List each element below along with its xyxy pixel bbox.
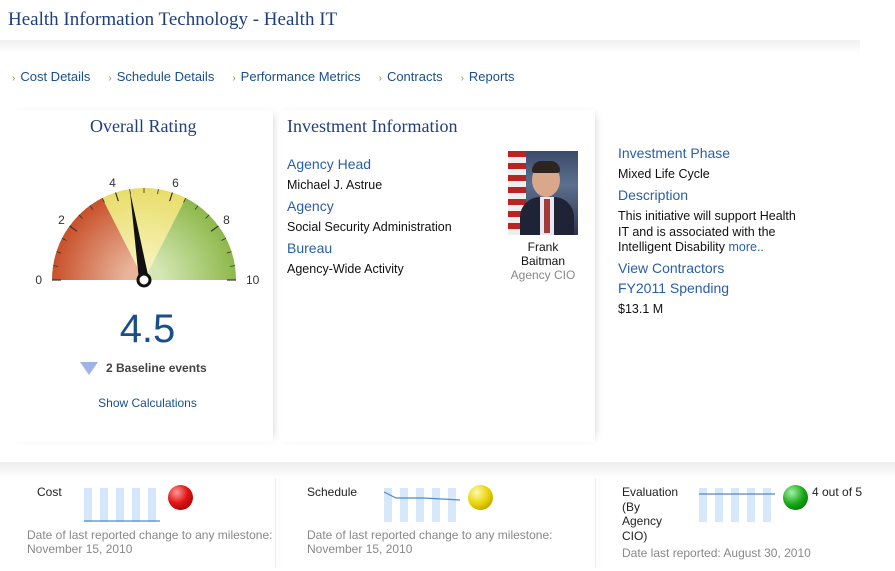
description-line-1: This initiative will support Health: [618, 209, 796, 223]
evaluation-spark-bar: [731, 488, 739, 522]
gauge-scale-label: 6: [172, 176, 179, 190]
schedule-spark-bar: [448, 488, 456, 522]
gauge-scale-label: 4: [109, 176, 116, 190]
chevron-right-icon: ›: [12, 73, 16, 84]
nav-performance-metrics[interactable]: › Performance Metrics: [232, 69, 360, 84]
schedule-status-indicator: [468, 485, 493, 510]
agency-value: Social Security Administration: [287, 220, 452, 234]
rating-gauge: 0 2 4 6 8 10: [35, 176, 260, 288]
evaluation-spark-bar: [699, 488, 707, 522]
overall-rating-heading: Overall Rating: [90, 116, 197, 136]
nav-contracts[interactable]: › Contracts: [379, 69, 443, 84]
agency-head-label: Agency Head: [287, 156, 372, 172]
nav-cost-details[interactable]: › Cost Details: [12, 69, 90, 84]
evaluation-label-line-3: Agency: [622, 514, 663, 528]
evaluation-label-line-4: CIO): [622, 528, 648, 543]
cost-note-line-2: November 15, 2010: [27, 542, 133, 556]
agency-label: Agency: [287, 198, 334, 214]
cost-status-indicator: [168, 485, 193, 510]
evaluation-sparkline: [699, 488, 775, 522]
cio-photo: [508, 151, 578, 235]
evaluation-label: Evaluation (By Agency CIO): [622, 485, 678, 543]
schedule-note-line-1: Date of last reported change to any mile…: [307, 528, 553, 542]
evaluation-spark-bar: [715, 488, 723, 522]
cost-sparkline: [84, 488, 160, 522]
evaluation-score: 4 out of 5: [812, 485, 863, 499]
evaluation-spark-bar: [747, 488, 755, 522]
nav-contracts-label: Contracts: [386, 69, 443, 84]
overall-rating-value: 4.5: [119, 307, 176, 351]
chevron-right-icon: ›: [232, 73, 236, 84]
gauge-scale-label: 8: [223, 213, 230, 227]
baseline-events-label: 2 Baseline events: [106, 361, 207, 375]
sub-navigation: › Cost Details › Schedule Details › Perform…: [12, 69, 514, 84]
metrics-separator-1: [275, 478, 276, 568]
tie-shape: [544, 199, 550, 233]
cio-first-name: Frank: [527, 240, 559, 254]
cio-role: Agency CIO: [510, 268, 576, 282]
cost-spark-bar: [148, 488, 156, 522]
gauge-scale-label: 10: [246, 273, 260, 287]
fy2011-spending-value: $13.1 M: [618, 302, 664, 316]
schedule-spark-bar: [400, 488, 408, 522]
description-line-2: IT and is associated with the: [618, 225, 776, 239]
gauge-scale-label: 0: [35, 273, 42, 287]
nav-performance-metrics-label: Performance Metrics: [240, 69, 361, 84]
cost-spark-bar: [100, 488, 108, 522]
nav-schedule-details[interactable]: › Schedule Details: [108, 69, 214, 84]
evaluation-status-indicator: [783, 485, 808, 510]
evaluation-spark-bar: [763, 488, 771, 522]
chevron-right-icon: ›: [460, 73, 464, 84]
triangle-down-icon: [80, 361, 98, 375]
description-line-3: Intelligent Disability more..: [618, 240, 764, 254]
title-divider: [0, 40, 860, 54]
nav-reports[interactable]: › Reports: [461, 69, 515, 84]
bureau-label: Bureau: [287, 240, 333, 256]
description-line-3-text: Intelligent Disability: [618, 240, 725, 254]
chevron-right-icon: ›: [378, 73, 382, 84]
investment-info-heading: Investment Information: [287, 116, 458, 136]
gauge-hub: [136, 272, 152, 288]
view-contractors-link[interactable]: View Contractors: [618, 260, 724, 276]
hair-shape: [532, 161, 560, 173]
description-label: Description: [618, 187, 689, 203]
schedule-spark-bar: [416, 488, 424, 522]
cost-note-line-1: Date of last reported change to any mile…: [27, 528, 273, 542]
chevron-right-icon: ›: [108, 73, 112, 84]
investment-phase-label: Investment Phase: [618, 145, 731, 161]
evaluation-label-line-1: Evaluation: [622, 485, 679, 499]
baseline-events: 2 Baseline events: [80, 361, 207, 375]
nav-cost-details-label: Cost Details: [20, 69, 91, 84]
evaluation-note: Date last reported: August 30, 2010: [622, 546, 811, 560]
nav-schedule-details-label: Schedule Details: [116, 69, 215, 84]
cost-spark-bar: [84, 488, 92, 522]
metrics-separator-2: [595, 478, 596, 568]
cio-last-name: Baitman: [520, 254, 566, 268]
schedule-label: Schedule: [307, 485, 358, 499]
page-title: Health Information Technology - Health I…: [8, 9, 338, 30]
bureau-value: Agency-Wide Activity: [287, 262, 404, 276]
schedule-sparkline: [384, 488, 461, 522]
cost-label: Cost: [37, 485, 62, 499]
gauge-scale-label: 2: [58, 213, 65, 227]
schedule-note-line-2: November 15, 2010: [307, 542, 413, 556]
investment-phase-value: Mixed Life Cycle: [618, 167, 710, 181]
cost-spark-bar: [116, 488, 124, 522]
nav-reports-label: Reports: [468, 69, 515, 84]
schedule-spark-bar: [432, 488, 440, 522]
fy2011-spending-label: FY2011 Spending: [618, 280, 730, 296]
cost-spark-bar: [132, 488, 140, 522]
metrics-divider: [0, 462, 895, 478]
show-calculations-link[interactable]: Show Calculations: [0, 396, 295, 410]
more-link[interactable]: more..: [728, 240, 763, 254]
evaluation-label-line-2: (By: [622, 499, 640, 514]
agency-head-value: Michael J. Astrue: [287, 178, 383, 192]
